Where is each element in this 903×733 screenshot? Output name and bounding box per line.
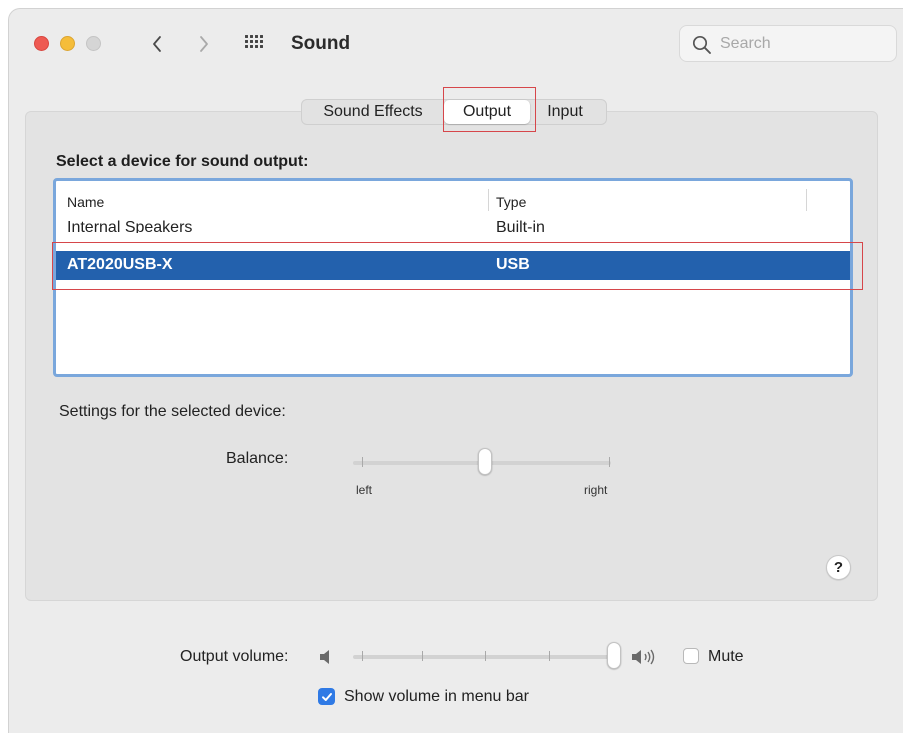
table-header: Name Type <box>56 188 850 214</box>
balance-left-label: left <box>356 483 373 497</box>
tab-output[interactable]: Output <box>444 100 530 124</box>
window-title: Sound <box>291 33 351 54</box>
balance-tick-right <box>609 457 610 467</box>
chevron-right-icon <box>200 36 208 52</box>
show-all-button[interactable] <box>245 35 265 53</box>
column-header-type[interactable]: Type <box>496 194 526 210</box>
output-volume-slider-knob[interactable] <box>607 642 621 669</box>
title-bar: Sound <box>9 9 903 79</box>
table-row[interactable]: Internal Speakers Built-in <box>56 217 850 233</box>
balance-right-label: right <box>584 483 608 497</box>
zoom-window-button[interactable] <box>86 36 101 51</box>
output-volume-slider-track[interactable] <box>353 655 613 659</box>
chevron-left-icon <box>153 36 161 52</box>
device-settings-label: Settings for the selected device: <box>59 403 286 420</box>
minimize-window-button[interactable] <box>60 36 75 51</box>
output-device-table[interactable]: Name Type Internal Speakers Built-in AT2… <box>53 178 853 377</box>
column-divider <box>488 189 489 211</box>
device-list-heading: Select a device for sound output: <box>56 153 309 170</box>
device-name: AT2020USB-X <box>67 256 173 273</box>
device-type: USB <box>496 256 530 273</box>
volume-tick <box>549 651 550 661</box>
forward-button[interactable] <box>191 29 217 59</box>
volume-tick <box>485 651 486 661</box>
tab-input[interactable]: Input <box>530 101 600 123</box>
mute-label[interactable]: Mute <box>708 648 744 666</box>
search-input[interactable] <box>720 33 885 55</box>
show-volume-in-menu-bar-label[interactable]: Show volume in menu bar <box>344 688 529 706</box>
show-volume-in-menu-bar-checkbox[interactable] <box>318 688 335 705</box>
tab-sound-effects[interactable]: Sound Effects <box>302 101 444 123</box>
column-header-name[interactable]: Name <box>67 194 104 210</box>
mute-checkbox[interactable] <box>683 648 699 664</box>
help-button[interactable]: ? <box>826 555 851 580</box>
device-name: Internal Speakers <box>67 219 193 233</box>
balance-label: Balance: <box>226 450 289 467</box>
balance-slider-knob[interactable] <box>478 448 492 475</box>
speaker-low-icon <box>320 650 329 664</box>
balance-tick-left <box>362 457 363 467</box>
column-divider <box>806 189 807 211</box>
checkmark-icon <box>321 692 332 701</box>
speaker-high-icon <box>632 649 655 665</box>
tab-bar: Sound Effects Output Input <box>301 99 607 125</box>
table-row-selected[interactable]: AT2020USB-X USB <box>56 251 850 280</box>
volume-tick <box>362 651 363 661</box>
close-window-button[interactable] <box>34 36 49 51</box>
volume-tick <box>422 651 423 661</box>
device-type: Built-in <box>496 219 545 233</box>
back-button[interactable] <box>144 29 170 59</box>
output-volume-label: Output volume: <box>180 648 289 665</box>
magnifier-icon <box>692 35 711 54</box>
search-field[interactable] <box>679 25 897 62</box>
